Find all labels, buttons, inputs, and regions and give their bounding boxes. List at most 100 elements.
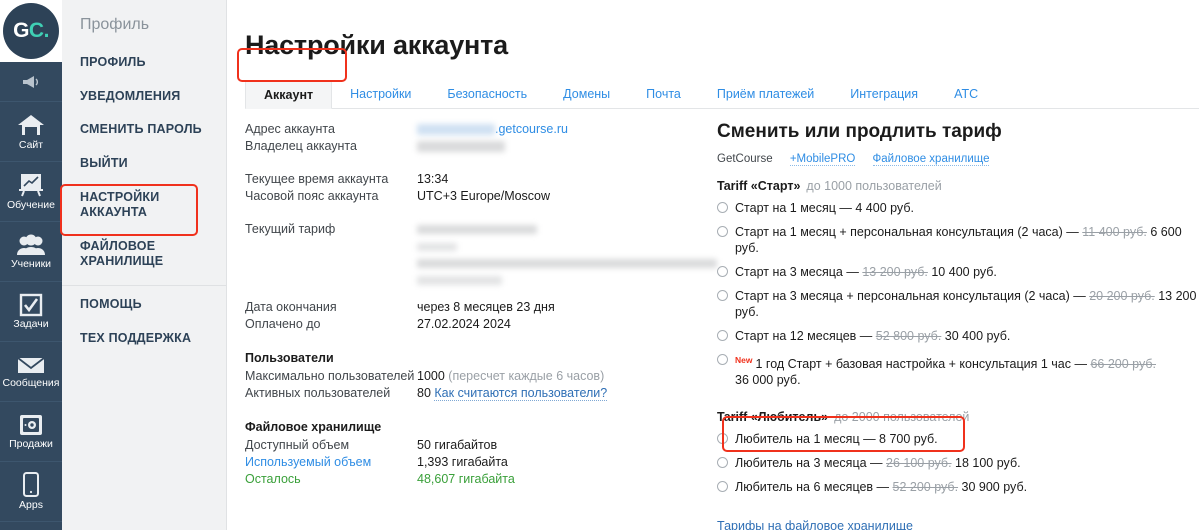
rail-item-apps[interactable]: Apps <box>0 462 62 522</box>
tab-settings[interactable]: Настройки <box>332 79 429 108</box>
redacted-owner <box>417 141 505 153</box>
tariff-option-label: Старт на 3 месяца + персональная консуль… <box>735 289 1197 320</box>
menu-divider <box>62 285 226 286</box>
provider-name: GetCourse <box>717 153 773 166</box>
tariff-option-label: Старт на 3 месяца — 13 200 руб. 10 400 р… <box>735 265 997 280</box>
app-root: G C. Сайт Обучение Ученики Задачи Сообще… <box>0 0 1199 530</box>
rail-item-tasks[interactable]: Задачи <box>0 282 62 342</box>
radio-icon[interactable] <box>717 266 728 278</box>
radio-icon[interactable] <box>717 354 728 366</box>
section-title-storage: Файловое хранилище <box>245 420 382 435</box>
label-storage-used[interactable]: Используемый объем <box>245 454 417 471</box>
tariff-option[interactable]: Старт на 1 месяц + персональная консульт… <box>717 224 1199 256</box>
rail-item-messages[interactable]: Сообщения <box>0 342 62 402</box>
row-account-time: Текущее время аккаунта 13:34 <box>245 171 707 188</box>
tab-integration[interactable]: Интеграция <box>832 79 936 108</box>
menu-item-profile[interactable]: ПРОФИЛЬ <box>62 46 226 80</box>
row-end-date: Дата окончания через 8 месяцев 23 дня <box>245 299 707 316</box>
rail-item-education[interactable]: Обучение <box>0 162 62 222</box>
label-storage-left: Осталось <box>245 472 301 487</box>
tariff-option[interactable]: Старт на 12 месяцев — 52 800 руб. 30 400… <box>717 328 1199 344</box>
rail-item-sales[interactable]: Продажи <box>0 402 62 462</box>
row-account-timezone: Часовой пояс аккаунта UTC+3 Europe/Mosco… <box>245 188 707 205</box>
row-paid-until: Оплачено до 27.02.2024 2024 <box>245 316 707 333</box>
value-account-timezone: UTC+3 Europe/Moscow <box>417 189 551 204</box>
tab-ats[interactable]: АТС <box>936 79 996 108</box>
menu-item-change-password[interactable]: СМЕНИТЬ ПАРОЛЬ <box>62 113 226 147</box>
radio-icon[interactable] <box>717 481 728 493</box>
rail-spacer <box>0 522 62 530</box>
tariff-option[interactable]: Старт на 3 месяца + персональная консуль… <box>717 288 1199 320</box>
label-paid-until: Оплачено до <box>245 317 321 332</box>
redacted-tariff-line-2 <box>417 242 457 251</box>
link-mobilepro[interactable]: +MobilePRO <box>789 153 856 167</box>
rail-item-announcements[interactable] <box>0 62 62 102</box>
value-storage-used: 1,393 гигабайта <box>417 455 508 470</box>
account-address-suffix: .getcourse.ru <box>495 122 568 137</box>
tariff-option[interactable]: Любитель на 1 месяц — 8 700 руб. <box>717 431 1199 447</box>
row-storage-left: Осталось 48,607 гигабайта <box>245 471 707 488</box>
tab-domains[interactable]: Домены <box>545 79 628 108</box>
tariff-group-header-amateur: Tariff «Любитель» до 2000 пользователей <box>717 410 1199 424</box>
tab-mail[interactable]: Почта <box>628 79 699 108</box>
tariff-option[interactable]: Любитель на 6 месяцев — 52 200 руб. 30 9… <box>717 479 1199 495</box>
rail-item-label: Обучение <box>6 199 55 212</box>
tab-account[interactable]: Аккаунт <box>245 80 333 110</box>
menu-item-help[interactable]: ПОМОЩЬ <box>62 288 226 322</box>
tab-security[interactable]: Безопасность <box>429 79 545 108</box>
rail-item-students[interactable]: Ученики <box>0 222 62 282</box>
app-logo[interactable]: G C. <box>0 0 62 62</box>
value-current-tariff <box>417 221 717 289</box>
radio-icon[interactable] <box>717 457 728 469</box>
rail-item-label: Продажи <box>9 438 53 451</box>
menu-item-file-storage[interactable]: ФАЙЛОВОЕ ХРАНИЛИЩЕ <box>62 230 226 279</box>
tariff-option[interactable]: Любитель на 3 месяца — 26 100 руб. 18 10… <box>717 455 1199 471</box>
link-storage-tariffs[interactable]: Тарифы на файловое хранилище <box>717 519 913 530</box>
radio-icon[interactable] <box>717 226 728 238</box>
menu-item-logout[interactable]: ВЫЙТИ <box>62 147 226 181</box>
radio-icon[interactable] <box>717 202 728 214</box>
tariff-option[interactable]: Старт на 3 месяца — 13 200 руб. 10 400 р… <box>717 264 1199 280</box>
tariff-option[interactable]: New 1 год Старт + базовая настройка + кон… <box>717 352 1199 388</box>
label-active-users: Активных пользователей <box>245 386 391 401</box>
main-content: Настройки аккаунта Аккаунт Настройки Без… <box>227 0 1199 530</box>
tariff-group-header-start: Tariff «Старт» до 1000 пользователей <box>717 179 1199 193</box>
rail-item-label: Ученики <box>10 258 52 271</box>
checkbox-icon <box>18 293 44 317</box>
menu-item-account-settings[interactable]: НАСТРОЙКИ АККАУНТА <box>62 181 226 230</box>
megaphone-icon <box>21 75 41 89</box>
link-file-storage[interactable]: Файловое хранилище <box>872 153 990 167</box>
label-current-tariff: Текущий тариф <box>245 222 336 237</box>
tariff-group-name: «Любитель» <box>750 410 829 425</box>
radio-icon[interactable] <box>717 330 728 342</box>
tariff-option-label: Старт на 12 месяцев — 52 800 руб. 30 400… <box>735 329 1011 344</box>
menu-item-notifications[interactable]: УВЕДОМЛЕНИЯ <box>62 80 226 114</box>
radio-icon[interactable] <box>717 290 728 302</box>
row-storage-used: Используемый объем 1,393 гигабайта <box>245 454 707 471</box>
page-title: Настройки аккаунта <box>245 30 508 61</box>
tariff-panel: Сменить или продлить тариф GetCourse +Mo… <box>707 121 1199 530</box>
tariff-group-prefix: Tariff <box>717 179 751 194</box>
label-account-owner: Владелец аккаунта <box>245 139 357 154</box>
label-account-address: Адрес аккаунта <box>245 122 335 137</box>
profile-menu: Профиль ПРОФИЛЬ УВЕДОМЛЕНИЯ СМЕНИТЬ ПАРО… <box>62 0 227 530</box>
redacted-tariff-line-4 <box>417 276 502 286</box>
max-users-note: (пересчет каждые 6 часов) <box>448 369 605 384</box>
tab-payments[interactable]: Приём платежей <box>699 79 832 108</box>
tariff-option-label: Старт на 1 месяц + персональная консульт… <box>735 225 1182 256</box>
rail-item-site[interactable]: Сайт <box>0 102 62 162</box>
rail-item-label: Apps <box>19 499 43 512</box>
radio-icon[interactable] <box>717 433 728 445</box>
icon-rail: G C. Сайт Обучение Ученики Задачи Сообще… <box>0 0 62 530</box>
tariff-group-name: «Старт» <box>750 179 801 194</box>
tariff-option[interactable]: Старт на 1 месяц — 4 400 руб. <box>717 200 1199 216</box>
menu-item-support[interactable]: ТЕХ ПОДДЕРЖКА <box>62 322 226 356</box>
redacted-subdomain <box>417 124 495 136</box>
link-how-users-counted[interactable]: Как считаются пользователи? <box>434 386 608 402</box>
value-account-owner <box>417 138 505 155</box>
menu-title: Профиль <box>80 16 150 33</box>
tariff-option-label: Старт на 1 месяц — 4 400 руб. <box>735 201 914 216</box>
